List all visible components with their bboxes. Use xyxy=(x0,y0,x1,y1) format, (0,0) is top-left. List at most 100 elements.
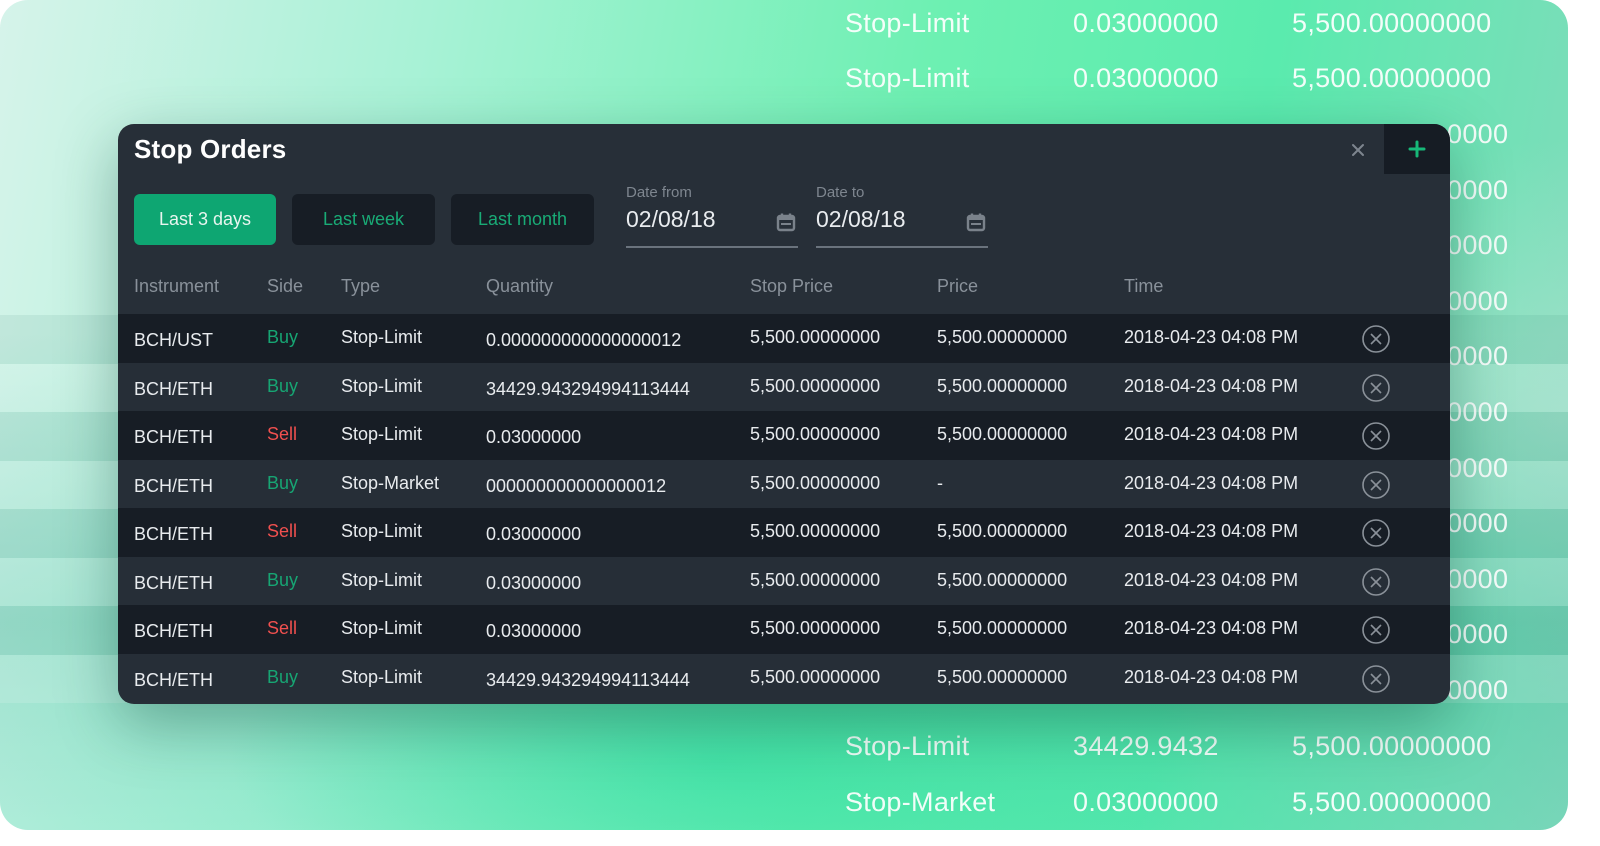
close-button[interactable] xyxy=(1344,136,1372,164)
cell-price: 5,500.00000000 xyxy=(937,569,1068,590)
cell-side: Buy xyxy=(267,666,299,687)
date-to-field[interactable]: Date to xyxy=(816,182,988,248)
column-header-quantity[interactable]: Quantity xyxy=(486,276,553,297)
filter-last-3-days-button[interactable]: Last 3 days xyxy=(134,194,276,245)
cancel-order-icon[interactable] xyxy=(1361,324,1391,354)
cell-stop-price: 5,500.00000000 xyxy=(750,424,881,444)
cell-type: Stop-Limit xyxy=(341,666,423,687)
cell-price: 5,500.00000000 xyxy=(937,618,1068,638)
cell-quantity: 0.000000000000000012 xyxy=(486,330,682,350)
background-row: Stop-Market 0.03000000 5,500.00000000 xyxy=(845,782,1545,822)
close-icon xyxy=(1352,144,1364,156)
cell-time: 2018-04-23 04:08 PM xyxy=(1124,521,1299,541)
cell-type: Stop-Limit xyxy=(341,569,423,590)
cell-time: 2018-04-23 04:08 PM xyxy=(1124,472,1299,493)
date-to-input[interactable] xyxy=(816,206,956,233)
cell-instrument: BCH/ETH xyxy=(134,475,214,496)
cell-time: 2018-04-23 04:08 PM xyxy=(1124,327,1299,347)
column-header-type[interactable]: Type xyxy=(341,276,380,297)
background-price: 0000 xyxy=(1447,453,1509,483)
cell-price: 5,500.00000000 xyxy=(937,521,1068,541)
cell-instrument: BCH/ETH xyxy=(134,427,214,447)
table-row[interactable]: BCH/ETH Buy Stop-Limit 34429.94329499411344… xyxy=(118,362,1450,411)
cell-instrument: BCH/ETH xyxy=(134,669,214,690)
cancel-order-icon[interactable] xyxy=(1361,421,1391,451)
cell-quantity: 0.03000000 xyxy=(486,427,582,447)
column-header-instrument[interactable]: Instrument xyxy=(134,276,219,297)
table-row[interactable]: BCH/ETH Buy Stop-Limit 0.03000000 5,500.0000… xyxy=(118,556,1450,605)
cell-instrument: BCH/ETH xyxy=(134,378,214,399)
table-row[interactable]: BCH/ETH Buy Stop-Limit 34429.94329499411344… xyxy=(118,653,1450,702)
cell-time: 2018-04-23 04:08 PM xyxy=(1124,569,1299,590)
cell-quantity: 000000000000000012 xyxy=(486,475,667,496)
background-price: 0000 xyxy=(1447,675,1509,705)
date-from-label: Date from xyxy=(626,184,692,201)
add-order-button[interactable] xyxy=(1384,124,1450,174)
cell-stop-price: 5,500.00000000 xyxy=(750,521,881,541)
cell-time: 2018-04-23 04:08 PM xyxy=(1124,375,1299,396)
cell-instrument: BCH/UST xyxy=(134,330,214,350)
plus-icon xyxy=(1408,140,1426,158)
cell-stop-price: 5,500.00000000 xyxy=(750,618,881,638)
cancel-order-icon[interactable] xyxy=(1361,664,1391,694)
cell-side: Sell xyxy=(267,424,298,444)
background-price: 0000 xyxy=(1447,175,1509,205)
column-header-price[interactable]: Price xyxy=(937,276,978,297)
column-header-stop-price[interactable]: Stop Price xyxy=(750,276,833,297)
background-price: 0000 xyxy=(1447,619,1509,649)
cell-type: Stop-Limit xyxy=(341,521,423,541)
background-row: Stop-Limit 0.03000000 5,500.00000000 xyxy=(845,3,1545,43)
column-header-time[interactable]: Time xyxy=(1124,276,1163,297)
cell-side: Sell xyxy=(267,521,298,541)
cell-side: Buy xyxy=(267,569,299,590)
cell-stop-price: 5,500.00000000 xyxy=(750,327,881,347)
table-row[interactable]: BCH/UST Buy Stop-Limit 0.000000000000000012… xyxy=(118,314,1450,363)
filter-last-month-button[interactable]: Last month xyxy=(451,194,594,245)
background-price: 0000 xyxy=(1447,341,1509,371)
filter-last-week-button[interactable]: Last week xyxy=(292,194,435,245)
cancel-order-icon[interactable] xyxy=(1361,615,1391,645)
cell-side: Sell xyxy=(267,618,298,638)
cancel-order-icon[interactable] xyxy=(1361,470,1391,500)
table-row[interactable]: BCH/ETH Buy Stop-Market 000000000000000012 5… xyxy=(118,459,1450,508)
background-price: 0000 xyxy=(1447,230,1509,260)
background-row: Stop-Limit 0.03000000 5,500.00000000 xyxy=(845,58,1545,98)
background-type: Stop-Limit xyxy=(845,63,970,93)
background-price: 0000 xyxy=(1447,508,1509,538)
cell-type: Stop-Limit xyxy=(341,327,423,347)
cell-instrument: BCH/ETH xyxy=(134,524,214,544)
cell-quantity: 0.03000000 xyxy=(486,621,582,641)
background-price: 5,500.00000000 xyxy=(1292,787,1492,817)
background-price: 5,500.00000000 xyxy=(1292,8,1492,38)
cell-price: - xyxy=(937,472,943,493)
calendar-icon[interactable] xyxy=(966,212,986,232)
calendar-icon[interactable] xyxy=(776,212,796,232)
table-row[interactable]: BCH/ETH Sell Stop-Limit 0.03000000 5,500.000… xyxy=(118,605,1450,654)
cell-type: Stop-Limit xyxy=(341,618,423,638)
cell-time: 2018-04-23 04:08 PM xyxy=(1124,618,1299,638)
cell-type: Stop-Market xyxy=(341,472,440,493)
cell-side: Buy xyxy=(267,472,299,493)
cell-type: Stop-Limit xyxy=(341,424,423,444)
cancel-order-icon[interactable] xyxy=(1361,567,1391,597)
table-row[interactable]: BCH/ETH Sell Stop-Limit 0.03000000 5,500.000… xyxy=(118,411,1450,460)
cell-price: 5,500.00000000 xyxy=(937,666,1068,687)
cell-price: 5,500.00000000 xyxy=(937,327,1068,347)
background-quantity: 0.03000000 xyxy=(1073,63,1219,93)
table-row[interactable]: BCH/ETH Sell Stop-Limit 0.03000000 5,500.000… xyxy=(118,508,1450,557)
cell-price: 5,500.00000000 xyxy=(937,375,1068,396)
cell-stop-price: 5,500.00000000 xyxy=(750,569,881,590)
background-price: 0000 xyxy=(1447,564,1509,594)
stop-orders-panel: Stop Orders Last 3 days Last week Last m… xyxy=(118,124,1450,704)
cell-instrument: BCH/ETH xyxy=(134,572,214,593)
background-price: 5,500.00000000 xyxy=(1292,63,1492,93)
background-type: Stop-Market xyxy=(845,787,996,817)
cancel-order-icon[interactable] xyxy=(1361,518,1391,548)
date-from-field[interactable]: Date from xyxy=(626,182,798,248)
background-row: Stop-Limit 34429.9432 5,500.00000000 xyxy=(845,726,1545,766)
table-header: Instrument Side Type Quantity Stop Price… xyxy=(118,272,1450,314)
cancel-order-icon[interactable] xyxy=(1361,373,1391,403)
column-header-side[interactable]: Side xyxy=(267,276,303,297)
background-quantity: 0.03000000 xyxy=(1073,787,1219,817)
date-from-input[interactable] xyxy=(626,206,766,233)
